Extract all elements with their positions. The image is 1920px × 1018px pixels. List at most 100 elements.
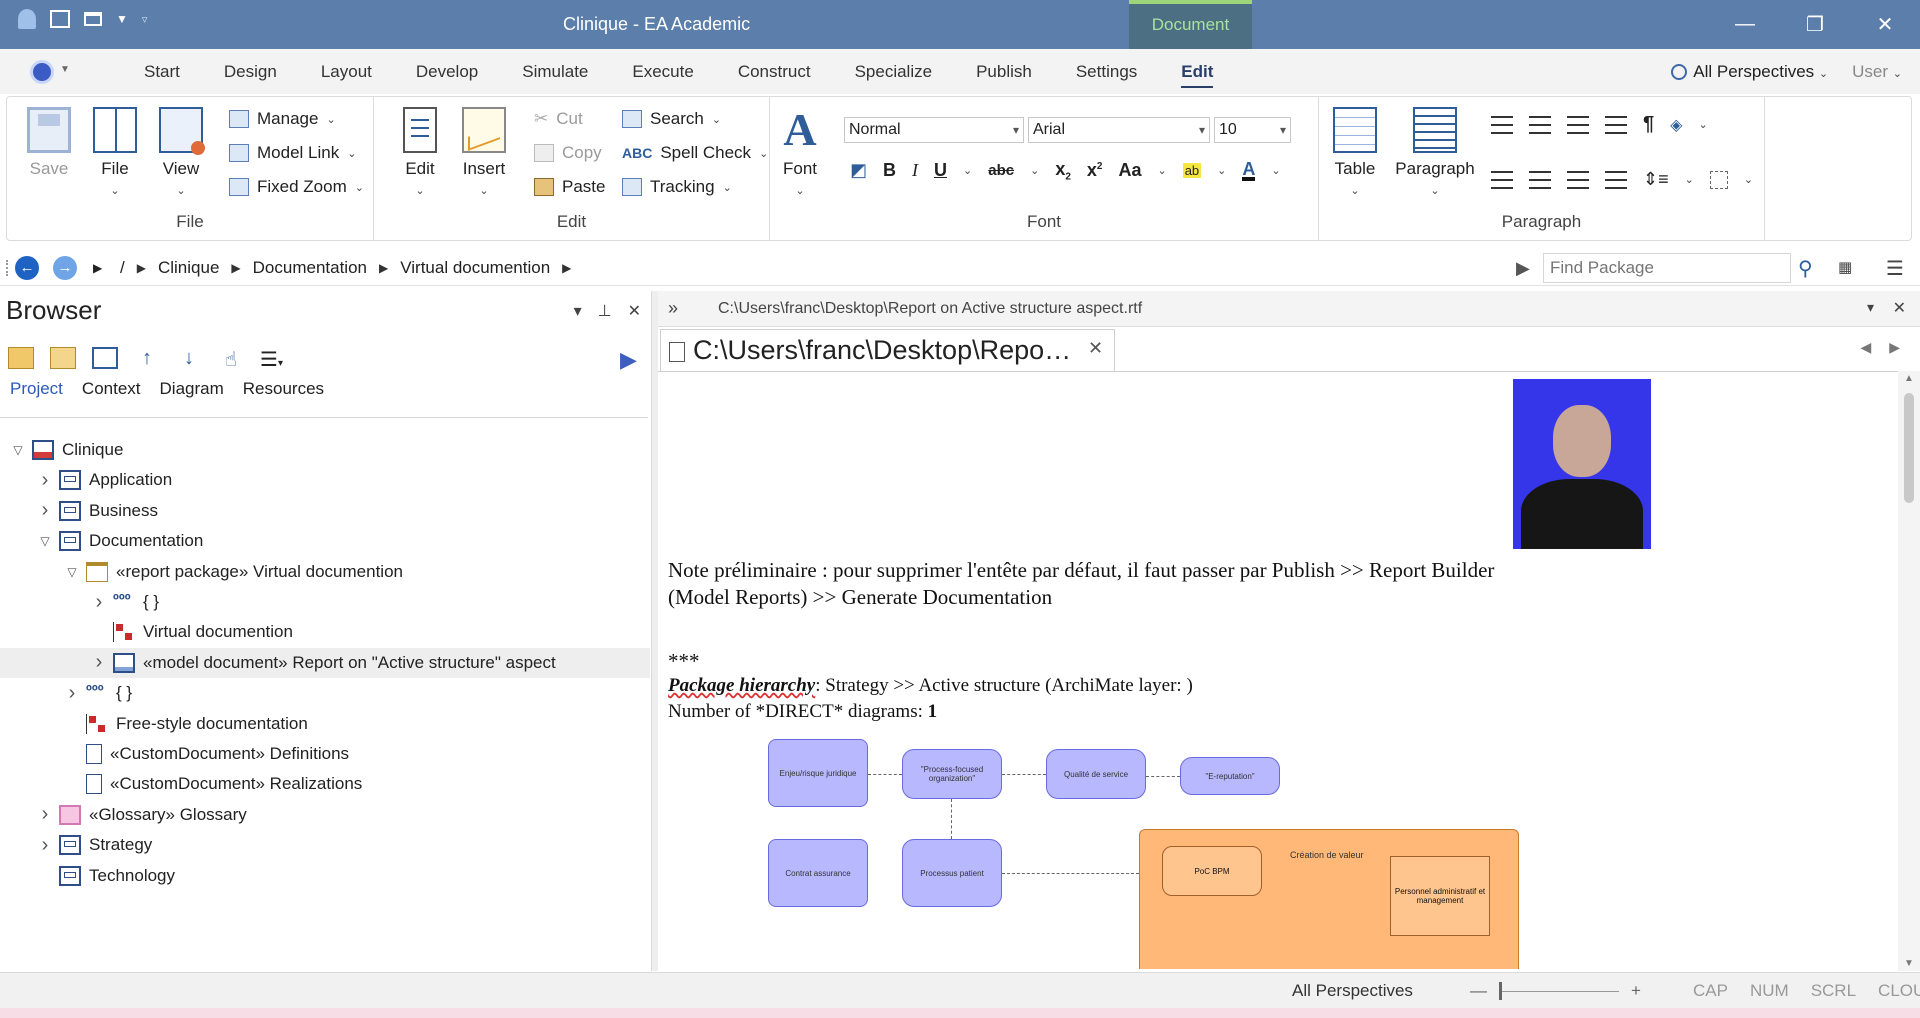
align-right-icon[interactable] xyxy=(1567,170,1589,189)
tree-item[interactable]: › «Glossary» Glossary xyxy=(0,800,650,830)
manage-button[interactable]: Manage ⌄ xyxy=(229,105,336,133)
filter-icon[interactable]: ▦ xyxy=(1838,258,1852,276)
edit-button[interactable]: Edit ⌄ xyxy=(390,107,450,199)
minimize-button[interactable]: — xyxy=(1710,0,1780,49)
bold-icon[interactable]: B xyxy=(883,160,896,181)
diagram-element-contrat[interactable]: Contrat assurance xyxy=(768,839,868,907)
diagram-element-enjeu[interactable]: Enjeu/risque juridique xyxy=(768,739,868,807)
new-folder-icon[interactable] xyxy=(50,347,76,369)
collapse-icon[interactable]: ▽ xyxy=(37,534,53,548)
menu-tab-construct[interactable]: Construct xyxy=(716,49,833,94)
tree-item[interactable]: › ººº { } xyxy=(0,678,650,708)
align-left-icon[interactable] xyxy=(1491,170,1513,189)
expand-icon[interactable]: › xyxy=(91,651,107,674)
superscript-icon[interactable]: x2 xyxy=(1087,160,1103,181)
breadcrumb-root[interactable]: / xyxy=(120,258,125,278)
bullet-list-icon[interactable] xyxy=(1491,115,1513,134)
menu-tab-publish[interactable]: Publish xyxy=(954,49,1054,94)
move-down-icon[interactable]: ↓ xyxy=(176,347,202,369)
spell-check-button[interactable]: ABC Spell Check ⌄ xyxy=(622,139,768,167)
increase-indent-icon[interactable] xyxy=(1605,115,1627,134)
tree-item[interactable]: › Application xyxy=(0,465,650,495)
tree-item[interactable]: › «model document» Report on "Active stru… xyxy=(0,647,650,678)
subscript-icon[interactable]: x2 xyxy=(1055,159,1071,183)
model-link-button[interactable]: Model Link ⌄ xyxy=(229,139,356,167)
diagram-element-e-reputation[interactable]: "E-reputation" xyxy=(1180,757,1280,795)
expand-icon[interactable]: › xyxy=(37,803,53,826)
app-icon[interactable] xyxy=(18,9,36,29)
font-button[interactable]: A Font ⌄ xyxy=(770,107,830,199)
fill-color-icon[interactable]: ◈ xyxy=(1670,115,1682,135)
tree-item[interactable]: › Strategy xyxy=(0,830,650,860)
diagram-group-creation-valeur[interactable]: Création de valeur PoC BPM Personnel adm… xyxy=(1139,829,1519,969)
justify-icon[interactable] xyxy=(1605,170,1627,189)
tree-item[interactable]: ▽ Documentation xyxy=(0,526,650,556)
browser-tab-diagram[interactable]: Diagram xyxy=(160,379,224,399)
forward-icon[interactable]: → xyxy=(53,256,77,280)
expand-icon[interactable]: › xyxy=(37,469,53,492)
tree-item[interactable]: Free-style documentation xyxy=(0,709,650,739)
menu-tab-start[interactable]: Start xyxy=(122,49,202,94)
pane-close-icon[interactable]: ✕ xyxy=(1893,298,1906,318)
tracking-button[interactable]: Tracking ⌄ xyxy=(622,173,732,201)
underline-icon[interactable]: U xyxy=(934,160,947,181)
expand-icon[interactable]: › xyxy=(64,682,80,705)
font-size-combo[interactable]: 10 xyxy=(1214,117,1291,143)
menu-tab-layout[interactable]: Layout xyxy=(299,49,394,94)
window-icon[interactable] xyxy=(84,12,102,26)
tree-item[interactable]: › Business xyxy=(0,496,650,526)
close-button[interactable]: ✕ xyxy=(1850,0,1920,49)
layout-icon[interactable] xyxy=(50,10,70,28)
save-button[interactable]: Save xyxy=(19,107,79,179)
pin-icon[interactable]: ⊥ xyxy=(598,301,612,321)
find-package-input[interactable] xyxy=(1543,253,1791,283)
customize-qat-icon[interactable]: ▿ xyxy=(142,13,148,26)
collapse-icon[interactable]: ▽ xyxy=(10,443,26,457)
line-spacing-icon[interactable]: ⇕≡ xyxy=(1643,169,1669,190)
fixed-zoom-button[interactable]: Fixed Zoom ⌄ xyxy=(229,173,364,201)
double-chevron-icon[interactable]: » xyxy=(668,298,678,319)
tree-item[interactable]: «CustomDocument» Definitions xyxy=(0,739,650,769)
perspectives-button[interactable]: All Perspectives ⌄ xyxy=(1671,62,1828,82)
menu-tab-settings[interactable]: Settings xyxy=(1054,49,1159,94)
menu-tab-edit[interactable]: Edit xyxy=(1159,49,1235,94)
menu-tab-design[interactable]: Design xyxy=(202,49,299,94)
zoom-slider[interactable]: — + xyxy=(1470,981,1641,1001)
font-color-icon[interactable]: A xyxy=(1242,160,1256,181)
menu-tab-simulate[interactable]: Simulate xyxy=(500,49,610,94)
play-icon[interactable]: ▶ xyxy=(1516,258,1530,279)
archimate-diagram[interactable]: Enjeu/risque juridique "Process-focused … xyxy=(768,739,1519,969)
numbered-list-icon[interactable] xyxy=(1529,115,1551,134)
clear-format-icon[interactable]: ◩ xyxy=(850,160,867,181)
copy-button[interactable]: Copy xyxy=(534,139,602,167)
diagram-element-personnel[interactable]: Personnel administratif et management xyxy=(1390,856,1490,936)
context-tab-document[interactable]: Document xyxy=(1129,0,1252,49)
document-tab[interactable]: C:\Users\franc\Desktop\Repo… xyxy=(660,329,1115,371)
breadcrumb-item-clinique[interactable]: Clinique xyxy=(158,258,219,278)
tab-scroll-left-icon[interactable]: ◀ xyxy=(1860,339,1871,356)
search-icon[interactable]: ⚲ xyxy=(1798,256,1813,281)
pane-menu-icon[interactable]: ▾ xyxy=(1867,299,1874,316)
table-button[interactable]: Table ⌄ xyxy=(1325,107,1385,199)
diagram-element-processus-patient[interactable]: Processus patient xyxy=(902,839,1002,907)
collapse-icon[interactable]: ▽ xyxy=(64,565,80,579)
breadcrumb-item-documentation[interactable]: Documentation xyxy=(253,258,367,278)
italic-icon[interactable]: I xyxy=(912,160,918,181)
browser-tab-project[interactable]: Project xyxy=(10,379,63,399)
menu-tab-specialize[interactable]: Specialize xyxy=(833,49,955,94)
paragraph-button[interactable]: Paragraph ⌄ xyxy=(1395,107,1475,199)
expand-icon[interactable]: › xyxy=(91,591,107,614)
view-button[interactable]: View ⌄ xyxy=(151,107,211,199)
properties-hand-icon[interactable]: ☝ xyxy=(218,347,244,371)
align-center-icon[interactable] xyxy=(1529,170,1551,189)
expand-icon[interactable]: › xyxy=(37,834,53,857)
style-combo[interactable]: Normal xyxy=(844,117,1024,143)
expand-icon[interactable]: › xyxy=(37,499,53,522)
tree-item[interactable]: ▽ Clinique xyxy=(0,435,650,465)
new-package-icon[interactable] xyxy=(8,347,34,369)
browser-menu-icon[interactable]: ☰▾ xyxy=(260,347,300,371)
tab-scroll-right-icon[interactable]: ▶ xyxy=(1889,339,1900,356)
paste-button[interactable]: Paste xyxy=(534,173,605,201)
diagram-element-poc-bpm[interactable]: PoC BPM xyxy=(1162,846,1262,896)
diagram-element-process-focused[interactable]: "Process-focused organization" xyxy=(902,749,1002,799)
